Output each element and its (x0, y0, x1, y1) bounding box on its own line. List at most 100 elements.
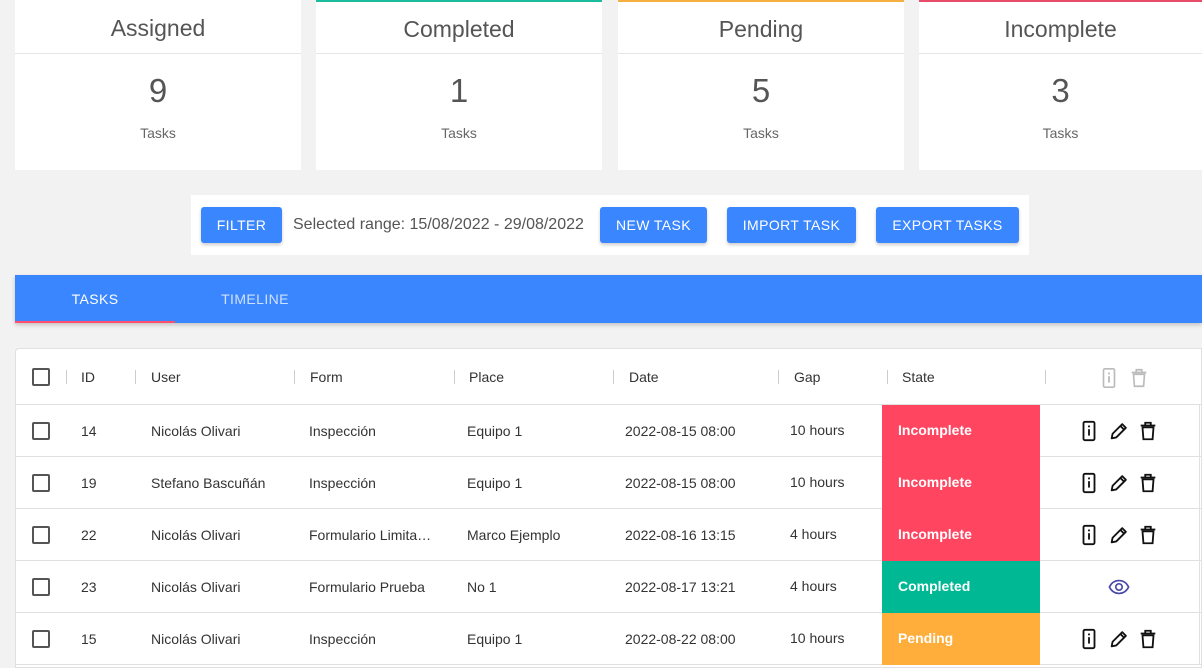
cell-place: Marco Ejemplo (467, 527, 561, 543)
cell-id: 22 (81, 527, 97, 543)
eye-icon[interactable] (1108, 576, 1130, 598)
trash-icon[interactable] (1137, 420, 1159, 442)
column-separator (613, 370, 614, 384)
pencil-icon[interactable] (1108, 524, 1130, 546)
column-separator (887, 370, 888, 384)
row-actions (1040, 613, 1200, 665)
import-task-button[interactable]: IMPORT TASK (727, 207, 856, 243)
cell-date: 2022-08-15 08:00 (625, 423, 736, 439)
cell-user: Nicolás Olivari (151, 579, 241, 595)
cell-gap: 4 hours (790, 578, 837, 594)
tasks-dashboard: Assigned 9 Tasks Completed 1 Tasks Pendi… (0, 0, 1202, 668)
stat-count: 1 (449, 72, 469, 109)
table-row[interactable]: 19 Stefano Bascuñán Inspección Equipo 1 2022… (16, 457, 1201, 509)
pencil-icon[interactable] (1108, 472, 1130, 494)
cell-form: Formulario Prueba (309, 579, 425, 595)
column-separator (1045, 370, 1046, 384)
column-header-place[interactable]: Place (469, 349, 504, 405)
row-checkbox[interactable] (32, 526, 50, 544)
column-header-id[interactable]: ID (81, 349, 95, 405)
new-task-button[interactable]: NEW TASK (600, 207, 707, 243)
state-badge: Incomplete (882, 509, 1040, 561)
row-checkbox[interactable] (32, 422, 50, 440)
cell-gap: 10 hours (790, 474, 845, 490)
stats-cards: Assigned 9 Tasks Completed 1 Tasks Pendi… (15, 0, 1202, 170)
filter-toolbar: FILTER Selected range: 15/08/2022 - 29/0… (191, 195, 1029, 255)
cell-date: 2022-08-15 08:00 (625, 475, 736, 491)
state-badge: Pending (882, 613, 1040, 665)
column-header-user[interactable]: User (151, 349, 181, 405)
stat-unit: Tasks (743, 125, 779, 141)
column-header-date[interactable]: Date (629, 349, 659, 405)
row-checkbox[interactable] (32, 578, 50, 596)
column-separator (454, 370, 455, 384)
stat-title: Completed (316, 2, 602, 54)
cell-id: 19 (81, 475, 97, 491)
device-info-icon[interactable] (1078, 420, 1100, 442)
row-actions (1040, 405, 1200, 457)
table-row[interactable]: 23 Nicolás Olivari Formulario Prueba No 1 20… (16, 561, 1201, 613)
selected-range-text: Selected range: 15/08/2022 - 29/08/2022 (293, 216, 584, 233)
column-header-state[interactable]: State (902, 349, 935, 405)
trash-icon[interactable] (1128, 367, 1150, 389)
cell-gap: 4 hours (790, 526, 837, 542)
row-actions (1040, 561, 1200, 613)
column-header-gap[interactable]: Gap (794, 349, 820, 405)
state-badge: Completed (882, 561, 1040, 613)
cell-date: 2022-08-16 13:15 (625, 527, 736, 543)
row-checkbox[interactable] (32, 630, 50, 648)
column-separator (135, 370, 136, 384)
table-row[interactable]: 22 Nicolás Olivari Formulario Limita… Marco… (16, 509, 1201, 561)
trash-icon[interactable] (1137, 472, 1159, 494)
export-tasks-button[interactable]: EXPORT TASKS (876, 207, 1019, 243)
filter-button[interactable]: FILTER (201, 207, 282, 243)
table-header: ID User Form Place Date Gap State (16, 349, 1201, 405)
column-header-form[interactable]: Form (310, 349, 343, 405)
tab-timeline[interactable]: TIMELINE (175, 275, 335, 323)
device-info-icon[interactable] (1098, 367, 1120, 389)
cell-form: Inspección (309, 631, 376, 647)
cell-gap: 10 hours (790, 422, 845, 438)
cell-place: Equipo 1 (467, 423, 523, 439)
cell-id: 14 (81, 423, 97, 439)
cell-form: Inspección (309, 475, 376, 491)
view-tabs: TASKS TIMELINE (15, 275, 1202, 323)
stat-unit: Tasks (1042, 125, 1079, 141)
tasks-table: ID User Form Place Date Gap State 14 Nico… (15, 348, 1202, 668)
row-actions (1040, 457, 1200, 509)
device-info-icon[interactable] (1078, 472, 1100, 494)
state-badge: Incomplete (882, 457, 1040, 509)
stat-title: Assigned (15, 0, 301, 54)
cell-form: Formulario Limita… (309, 527, 432, 543)
trash-icon[interactable] (1137, 628, 1159, 650)
table-row[interactable]: 15 Nicolás Olivari Inspección Equipo 1 2022-… (16, 613, 1201, 665)
column-separator (294, 370, 295, 384)
cell-place: Equipo 1 (467, 475, 523, 491)
pencil-icon[interactable] (1108, 628, 1130, 650)
stat-card-assigned: Assigned 9 Tasks (15, 0, 301, 170)
device-info-icon[interactable] (1078, 524, 1100, 546)
cell-id: 23 (81, 579, 97, 595)
cell-user: Nicolás Olivari (151, 527, 241, 543)
state-badge: Incomplete (882, 405, 1040, 457)
table-row[interactable]: 14 Nicolás Olivari Inspección Equipo 1 2022-… (16, 405, 1201, 457)
stat-card-completed: Completed 1 Tasks (316, 0, 602, 170)
cell-user: Nicolás Olivari (151, 423, 241, 439)
cell-place: No 1 (467, 579, 497, 595)
stat-unit: Tasks (441, 125, 477, 141)
stat-title: Incomplete (919, 2, 1202, 54)
device-info-icon[interactable] (1078, 628, 1100, 650)
row-checkbox[interactable] (32, 474, 50, 492)
stat-count: 9 (148, 72, 168, 109)
tab-tasks[interactable]: TASKS (15, 275, 175, 323)
cell-place: Equipo 1 (467, 631, 523, 647)
select-all-checkbox[interactable] (32, 368, 50, 386)
stat-unit: Tasks (140, 125, 176, 141)
trash-icon[interactable] (1137, 524, 1159, 546)
pencil-icon[interactable] (1108, 420, 1130, 442)
stat-count: 5 (751, 72, 771, 109)
stat-card-incomplete: Incomplete 3 Tasks (919, 0, 1202, 170)
stat-title: Pending (618, 2, 904, 54)
cell-id: 15 (81, 631, 97, 647)
column-separator (66, 370, 67, 384)
